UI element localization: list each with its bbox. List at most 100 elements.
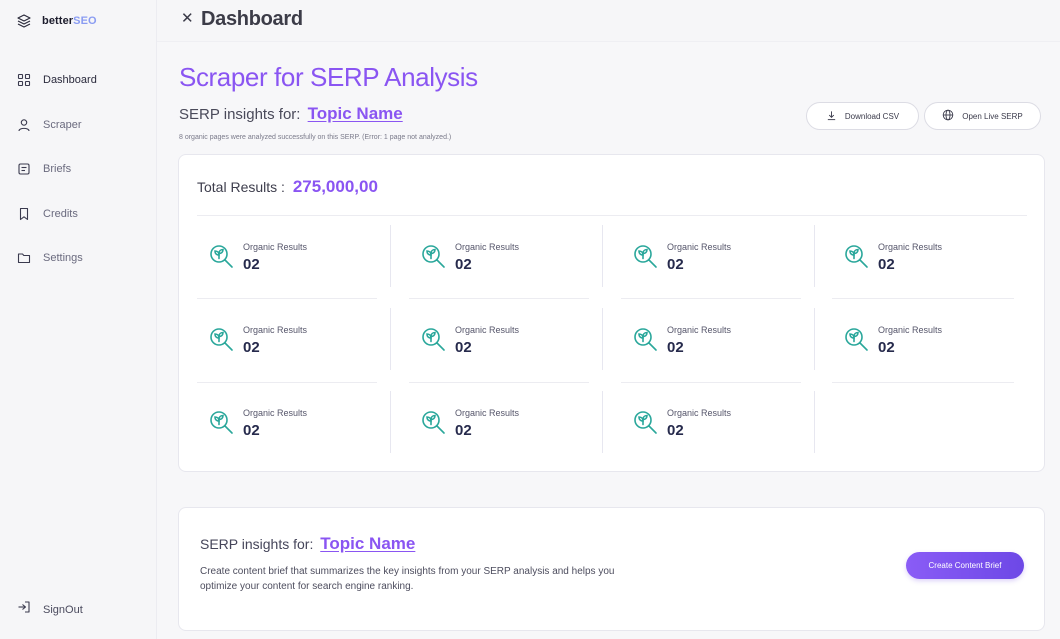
content-brief-card: SERP insights for: Topic Name Create con… [178, 507, 1045, 631]
grid-divider [621, 382, 801, 383]
user-icon [17, 118, 31, 132]
sidebar-item-briefs[interactable]: Briefs [0, 147, 157, 192]
stat-organic-results: Organic Results 02 [621, 225, 833, 287]
stat-value: 02 [243, 339, 260, 356]
stat-label: Organic Results [455, 242, 520, 252]
globe-icon [942, 109, 954, 123]
brand[interactable]: betterSEO [16, 13, 97, 29]
close-icon[interactable]: ✕ [181, 11, 194, 26]
folder-icon [17, 251, 31, 265]
stat-organic-results: Organic Results 02 [197, 225, 409, 287]
stat-label: Organic Results [243, 242, 308, 252]
open-live-serp-label: Open Live SERP [962, 111, 1023, 121]
total-results-label: Total Results : [197, 179, 285, 195]
brand-name: betterSEO [42, 15, 97, 27]
stat-label: Organic Results [667, 408, 732, 418]
stat-value: 02 [243, 256, 260, 273]
search-plant-icon [631, 325, 659, 353]
stat-value: 02 [667, 256, 684, 273]
total-results: Total Results : 275,000,00 [197, 177, 378, 197]
stat-organic-results: Organic Results 02 [197, 391, 409, 453]
stat-organic-results: Organic Results 02 [197, 308, 409, 370]
search-plant-icon [631, 242, 659, 270]
grid-divider [832, 298, 1014, 299]
search-plant-icon [419, 408, 447, 436]
grid-divider [197, 382, 377, 383]
stat-organic-results: Organic Results 02 [832, 225, 1044, 287]
stat-value: 02 [878, 256, 895, 273]
insights-prefix: SERP insights for: [179, 106, 301, 123]
search-plant-icon [842, 242, 870, 270]
topic-name-link[interactable]: Topic Name [308, 104, 403, 123]
stat-label: Organic Results [667, 242, 732, 252]
main-content: Scraper for SERP Analysis SERP insights … [157, 42, 1060, 639]
stat-label: Organic Results [878, 242, 943, 252]
note-icon [17, 162, 31, 176]
stat-value: 02 [455, 422, 472, 439]
signout-label: SignOut [43, 603, 83, 616]
stat-value: 02 [667, 422, 684, 439]
grid-divider [409, 298, 589, 299]
search-plant-icon [207, 408, 235, 436]
sidebar-item-dashboard[interactable]: Dashboard [0, 58, 157, 103]
sidebar-item-label: Scraper [43, 118, 82, 131]
download-csv-label: Download CSV [844, 111, 900, 121]
grid-divider [409, 382, 589, 383]
sidebar: betterSEO Dashboard Scraper Briefs Credi… [0, 0, 157, 639]
topbar: ✕ Dashboard [157, 0, 1060, 42]
grid-divider [832, 382, 1014, 383]
serp-insights-heading: SERP insights for: Topic Name [179, 104, 403, 124]
total-results-value: 275,000,00 [292, 177, 378, 196]
stat-organic-results: Organic Results 02 [832, 308, 1044, 370]
signout-icon [17, 600, 31, 619]
search-plant-icon [207, 325, 235, 353]
stat-organic-results: Organic Results 02 [409, 225, 621, 287]
search-plant-icon [419, 242, 447, 270]
brief-description: Create content brief that summarizes the… [200, 566, 615, 592]
stat-label: Organic Results [455, 325, 520, 335]
brief-prefix: SERP insights for: [200, 536, 314, 552]
stat-organic-results: Organic Results 02 [621, 391, 833, 453]
stat-organic-results: Organic Results 02 [409, 308, 621, 370]
layers-icon [16, 13, 32, 29]
brief-heading: SERP insights for: Topic Name [200, 534, 415, 554]
bookmark-icon [17, 207, 31, 221]
stat-value: 02 [667, 339, 684, 356]
section-heading: Scraper for SERP Analysis [179, 62, 478, 92]
grid-divider [621, 298, 801, 299]
stat-label: Organic Results [243, 325, 308, 335]
search-plant-icon [419, 325, 447, 353]
stat-value: 02 [455, 339, 472, 356]
stat-value: 02 [878, 339, 895, 356]
signout-button[interactable]: SignOut [17, 600, 83, 619]
brief-topic-link[interactable]: Topic Name [320, 534, 415, 553]
analysis-note: 8 organic pages were analyzed successful… [179, 134, 452, 141]
results-card: Total Results : 275,000,00 Organic Resul… [178, 154, 1045, 472]
sidebar-item-credits[interactable]: Credits [0, 192, 157, 237]
sidebar-item-label: Dashboard [43, 74, 97, 87]
stat-organic-results: Organic Results 02 [409, 391, 621, 453]
download-icon [826, 110, 837, 123]
sidebar-item-scraper[interactable]: Scraper [0, 103, 157, 148]
stat-label: Organic Results [667, 325, 732, 335]
page-title: Dashboard [201, 8, 303, 30]
stat-value: 02 [455, 256, 472, 273]
sidebar-nav: Dashboard Scraper Briefs Credits Setting… [0, 58, 157, 281]
stat-value: 02 [243, 422, 260, 439]
search-plant-icon [631, 408, 659, 436]
sidebar-item-label: Credits [43, 207, 78, 220]
sidebar-item-settings[interactable]: Settings [0, 236, 157, 281]
open-live-serp-button[interactable]: Open Live SERP [924, 102, 1041, 130]
stat-label: Organic Results [243, 408, 308, 418]
download-csv-button[interactable]: Download CSV [806, 102, 919, 130]
search-plant-icon [207, 242, 235, 270]
sidebar-item-label: Briefs [43, 163, 72, 176]
stat-label: Organic Results [878, 325, 943, 335]
divider [197, 215, 1027, 216]
grid-divider [197, 298, 377, 299]
stat-organic-results: Organic Results 02 [621, 308, 833, 370]
search-plant-icon [842, 325, 870, 353]
stat-label: Organic Results [455, 408, 520, 418]
create-content-brief-button[interactable]: Create Content Brief [906, 552, 1024, 579]
sidebar-item-label: Settings [43, 252, 83, 265]
